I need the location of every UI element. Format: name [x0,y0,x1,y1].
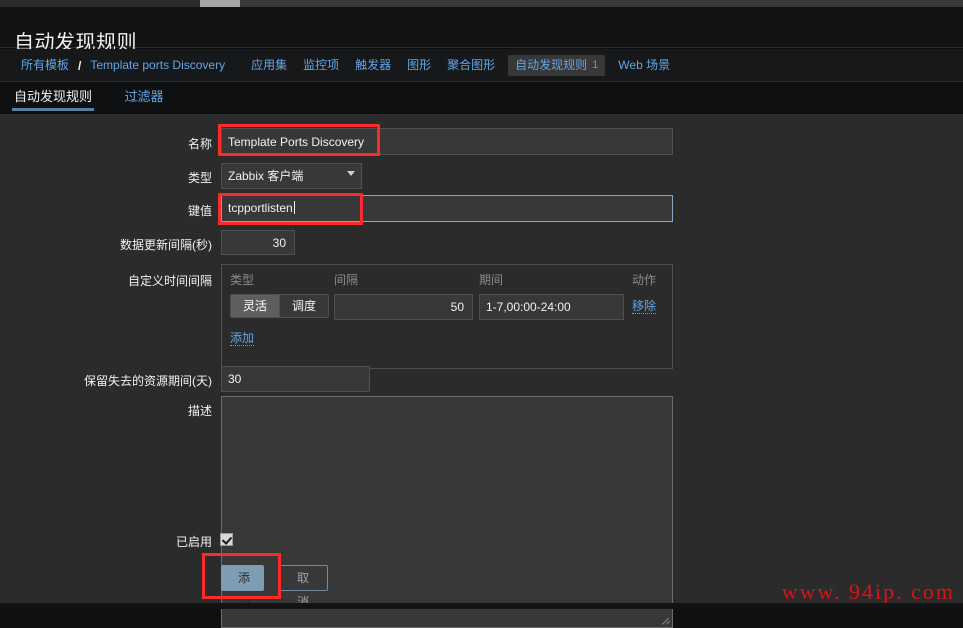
key-input[interactable]: tcpportlisten [221,195,673,222]
interval-type-flexible[interactable]: 灵活 [231,295,281,317]
custom-intervals-header-interval: 间隔 [334,273,359,287]
add-interval-link[interactable]: 添加 [230,331,255,346]
breadcrumb-template-name[interactable]: Template ports Discovery [82,49,233,82]
nav-item-graphs[interactable]: 图形 [399,49,439,82]
remove-interval-link[interactable]: 移除 [632,299,657,314]
interval-type-scheduling[interactable]: 调度 [280,295,329,317]
tab-filters[interactable]: 过滤器 [110,82,177,111]
description-textarea[interactable] [221,396,673,628]
scrollbar-thumb[interactable] [200,0,240,7]
label-key: 键值 [187,204,212,218]
nav-item-triggers[interactable]: 触发器 [347,49,399,82]
type-select[interactable]: Zabbix 客户端 [221,163,362,189]
nav-item-screens[interactable]: 聚合图形 [439,49,503,82]
label-enabled: 已启用 [175,535,212,549]
navigation-items: 所有模板 / Template ports Discovery 应用集 监控项 … [13,49,678,82]
submit-button[interactable]: 添加 [221,565,264,609]
nav-item-discovery-wrap: 自动发现规则 1 [503,55,610,76]
watermark: www. 94ip. com [781,579,955,604]
nav-item-applications[interactable]: 应用集 [243,49,295,82]
top-scrollbar[interactable] [0,0,963,7]
scrollbar-track[interactable] [240,0,963,7]
tab-discovery-rule[interactable]: 自动发现规则 [0,82,106,111]
nav-item-discovery-rules-count: 1 [592,59,599,71]
navigation-bar: 所有模板 / Template ports Discovery 应用集 监控项 … [0,49,963,82]
label-custom-intervals: 自定义时间间隔 [127,274,212,288]
label-name: 名称 [187,137,212,151]
interval-value-input[interactable] [334,294,473,320]
nav-item-web-scenarios[interactable]: Web 场景 [610,49,678,82]
text-cursor [293,201,295,214]
sub-tab-bar: 自动发现规则 过滤器 [0,82,963,114]
keep-lost-resources-input[interactable] [221,366,370,392]
nav-item-discovery-rules[interactable]: 自动发现规则 1 [508,55,606,76]
name-input[interactable] [221,128,673,155]
custom-intervals-header-type: 类型 [230,273,255,287]
key-input-value: tcpportlisten [228,201,293,215]
discovery-rule-form: 名称 类型 Zabbix 客户端 键值 tcpportlisten 数据更新间隔… [0,114,963,628]
custom-intervals-header-action: 动作 [632,273,657,287]
bottom-bar [0,603,963,609]
custom-intervals-header-period: 期间 [479,273,504,287]
interval-period-input[interactable] [479,294,624,320]
page-header: 自动发现规则 [0,7,963,54]
update-interval-input[interactable] [221,230,295,255]
nav-item-discovery-rules-label: 自动发现规则 [515,58,588,72]
breadcrumb-all-templates[interactable]: 所有模板 [13,49,77,82]
enabled-checkbox[interactable] [220,533,233,546]
interval-type-toggle[interactable]: 灵活 调度 [230,294,330,318]
nav-item-items[interactable]: 监控项 [295,49,347,82]
custom-intervals-box: 类型 间隔 期间 动作 灵活 调度 移除 添加 [221,264,673,369]
label-type: 类型 [187,171,212,185]
label-update-interval: 数据更新间隔(秒) [120,238,212,252]
cancel-button[interactable]: 取消 [278,565,328,609]
label-keep-lost-resources: 保留失去的资源期间(天) [84,374,212,388]
type-select-wrap: Zabbix 客户端 [221,163,362,189]
label-description: 描述 [187,404,212,418]
